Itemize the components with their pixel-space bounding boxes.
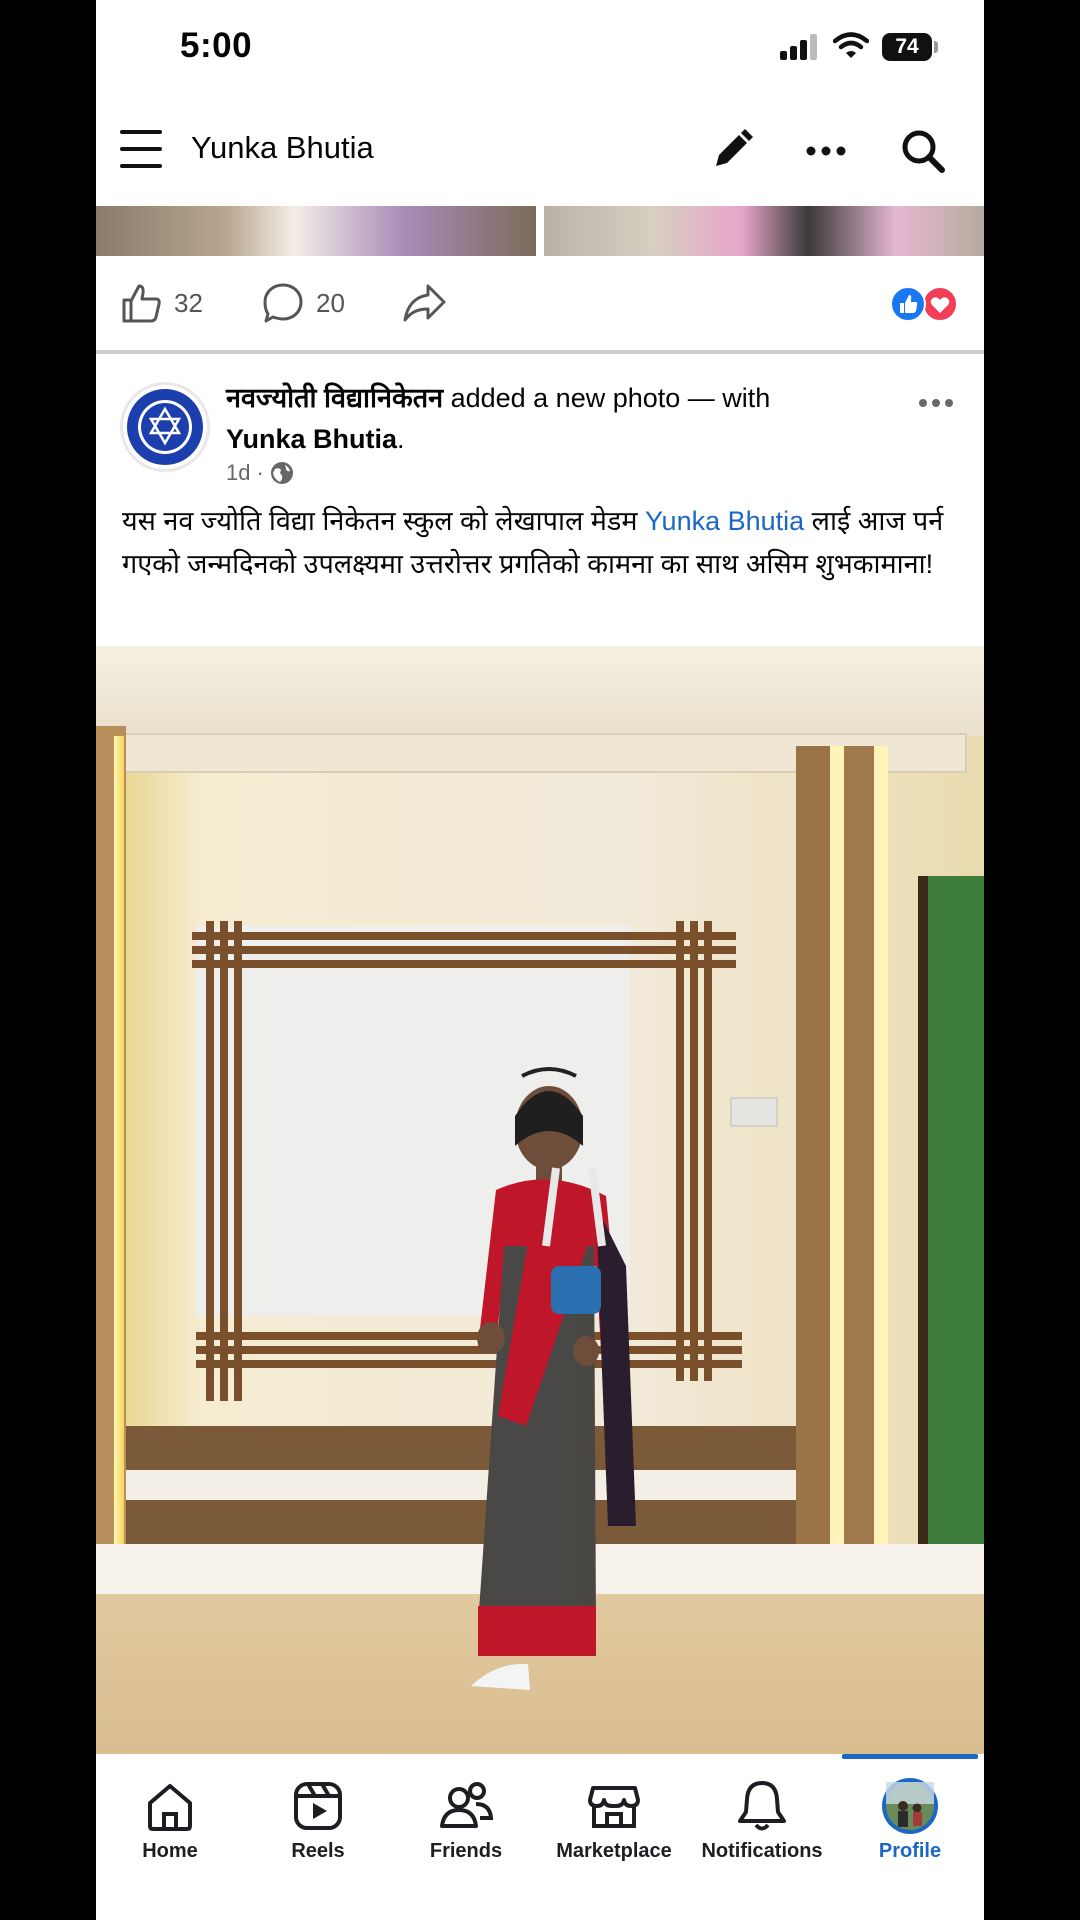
- nav-friends[interactable]: Friends: [392, 1754, 540, 1884]
- comment-icon: [263, 283, 303, 323]
- tagged-person[interactable]: Yunka Bhutia: [226, 424, 397, 454]
- caption-text-start: यस नव ज्योति विद्या निकेतन स्कुल को लेखा…: [122, 506, 646, 536]
- page-avatar[interactable]: [120, 382, 210, 472]
- nav-friends-label: Friends: [429, 1840, 503, 1862]
- nav-profile-label: Profile: [878, 1840, 942, 1862]
- search-icon[interactable]: [900, 128, 946, 174]
- post-action-text: added a new photo — with: [443, 383, 771, 413]
- like-count: 32: [174, 287, 203, 318]
- home-icon: [148, 1784, 192, 1831]
- previous-photo-right[interactable]: [544, 206, 984, 256]
- share-icon: [403, 284, 446, 322]
- post-divider: [96, 350, 984, 354]
- post-meta: 1d ·: [226, 460, 294, 486]
- post-author[interactable]: नवज्योती विद्यानिकेतन: [226, 383, 443, 413]
- post-more-icon[interactable]: [918, 398, 954, 408]
- like-button[interactable]: 32: [120, 282, 203, 324]
- nav-home[interactable]: Home: [96, 1754, 244, 1884]
- like-icon: [122, 284, 161, 323]
- hamburger-icon[interactable]: [120, 130, 162, 168]
- reels-icon: [294, 1782, 342, 1830]
- friends-icon: [440, 1782, 494, 1828]
- profile-avatar: [882, 1778, 938, 1834]
- more-icon[interactable]: [806, 146, 846, 156]
- post-age[interactable]: 1d: [226, 460, 250, 486]
- comment-count: 20: [316, 287, 345, 318]
- nav-reels-label: Reels: [291, 1840, 345, 1862]
- wifi-icon: [833, 32, 869, 58]
- tagged-suffix: .: [397, 424, 405, 454]
- nav-notifications[interactable]: Notifications: [688, 1754, 836, 1884]
- caption-mention[interactable]: Yunka Bhutia: [645, 506, 804, 536]
- post-photo[interactable]: [96, 646, 984, 1754]
- previous-photo-left[interactable]: [96, 206, 536, 256]
- nav-notifications-label: Notifications: [701, 1840, 823, 1862]
- profile-header: Yunka Bhutia: [96, 96, 984, 206]
- bottom-nav: Home Reels Friends Marketplace Notificat…: [96, 1754, 984, 1920]
- post-caption: यस नव ज्योति विद्या निकेतन स्कुल को लेखा…: [122, 500, 962, 586]
- battery-cap: [934, 41, 938, 53]
- share-button[interactable]: [402, 282, 446, 324]
- status-time: 5:00: [180, 26, 253, 65]
- status-bar: 5:00 74: [96, 0, 984, 96]
- signal-icon: [780, 34, 817, 60]
- page-title: Yunka Bhutia: [191, 130, 374, 165]
- bell-icon: [738, 1781, 786, 1831]
- nav-marketplace[interactable]: Marketplace: [540, 1754, 688, 1884]
- app-screen: 5:00 74 Yunka Bhutia 32 20 नवज्योती विद्…: [96, 0, 984, 1920]
- globe-icon: [270, 462, 293, 484]
- reaction-icons[interactable]: [888, 286, 958, 322]
- nav-reels[interactable]: Reels: [244, 1754, 392, 1884]
- battery-level: 74: [882, 33, 932, 61]
- marketplace-icon: [588, 1786, 640, 1828]
- photo-illustration: [96, 646, 984, 1754]
- comment-button[interactable]: 20: [262, 282, 345, 324]
- nav-profile[interactable]: Profile: [836, 1754, 984, 1884]
- previous-post-photos[interactable]: [96, 206, 984, 256]
- post-header-text: नवज्योती विद्यानिकेतन added a new photo …: [226, 378, 826, 460]
- pencil-icon[interactable]: [712, 128, 754, 170]
- nav-marketplace-label: Marketplace: [556, 1840, 672, 1862]
- school-logo: [127, 389, 203, 465]
- previous-post-actions: 32 20: [96, 256, 984, 350]
- nav-home-label: Home: [142, 1840, 198, 1862]
- meta-separator: ·: [256, 460, 264, 485]
